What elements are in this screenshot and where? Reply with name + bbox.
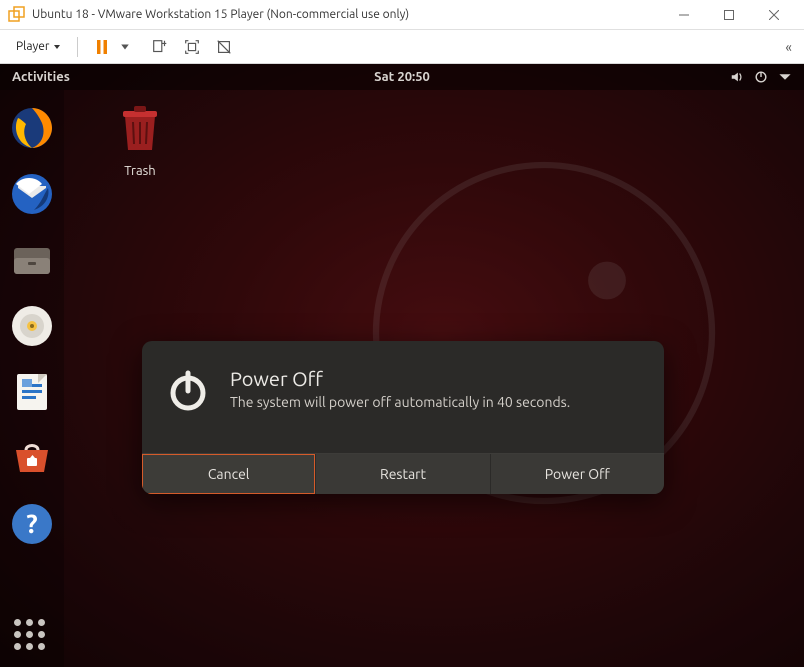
dock-item-libreoffice-writer[interactable] bbox=[8, 368, 56, 416]
activities-button[interactable]: Activities bbox=[12, 70, 70, 84]
window-controls bbox=[661, 0, 796, 30]
fullscreen-button[interactable] bbox=[178, 33, 206, 61]
svg-text:?: ? bbox=[26, 509, 37, 538]
vmware-app-icon bbox=[8, 6, 26, 24]
send-ctrl-alt-del-button[interactable] bbox=[146, 33, 174, 61]
collapse-toolbar-button[interactable]: « bbox=[781, 39, 794, 55]
dock-item-ubuntu-software[interactable] bbox=[8, 434, 56, 482]
toolbar-separator bbox=[77, 37, 78, 57]
desktop-icon-label: Trash bbox=[100, 164, 180, 178]
clock[interactable]: Sat 20:50 bbox=[374, 70, 430, 84]
minimize-button[interactable] bbox=[661, 0, 706, 30]
close-button[interactable] bbox=[751, 0, 796, 30]
dock-item-files[interactable] bbox=[8, 236, 56, 284]
dock-item-thunderbird[interactable] bbox=[8, 170, 56, 218]
player-menu-label: Player bbox=[16, 40, 49, 53]
desktop-icon-trash[interactable]: Trash bbox=[100, 104, 180, 178]
dialog-text-block: Power Off The system will power off auto… bbox=[230, 367, 570, 410]
pause-button[interactable] bbox=[88, 33, 116, 61]
chevron-down-icon bbox=[53, 43, 61, 51]
restart-button[interactable]: Restart bbox=[316, 454, 490, 494]
dialog-body: Power Off The system will power off auto… bbox=[142, 341, 664, 453]
trash-icon bbox=[118, 104, 162, 154]
dock-item-rhythmbox[interactable] bbox=[8, 302, 56, 350]
show-applications-button[interactable] bbox=[14, 619, 50, 655]
chevron-down-icon[interactable] bbox=[120, 42, 130, 52]
chevron-down-icon bbox=[778, 70, 792, 84]
dialog-button-row: Cancel Restart Power Off bbox=[142, 453, 664, 494]
power-off-button[interactable]: Power Off bbox=[491, 454, 664, 494]
window-titlebar: Ubuntu 18 - VMware Workstation 15 Player… bbox=[0, 0, 804, 30]
player-menu[interactable]: Player bbox=[10, 37, 67, 56]
dock-item-firefox[interactable] bbox=[8, 104, 56, 152]
cancel-button[interactable]: Cancel bbox=[142, 454, 316, 494]
power-off-dialog: Power Off The system will power off auto… bbox=[142, 341, 664, 494]
vmware-toolbar: Player « bbox=[0, 30, 804, 64]
dock-item-help[interactable]: ? bbox=[8, 500, 56, 548]
status-area[interactable] bbox=[730, 70, 792, 84]
dialog-message: The system will power off automatically … bbox=[230, 394, 570, 410]
ubuntu-dock: ? bbox=[0, 90, 64, 667]
power-icon bbox=[166, 369, 210, 413]
ubuntu-desktop: Activities Sat 20:50 ? bbox=[0, 64, 804, 667]
dialog-title: Power Off bbox=[230, 367, 570, 390]
maximize-button[interactable] bbox=[706, 0, 751, 30]
gnome-top-bar: Activities Sat 20:50 bbox=[0, 64, 804, 90]
volume-icon bbox=[730, 70, 744, 84]
window-title: Ubuntu 18 - VMware Workstation 15 Player… bbox=[32, 8, 661, 21]
unity-mode-button[interactable] bbox=[210, 33, 238, 61]
power-icon bbox=[754, 70, 768, 84]
